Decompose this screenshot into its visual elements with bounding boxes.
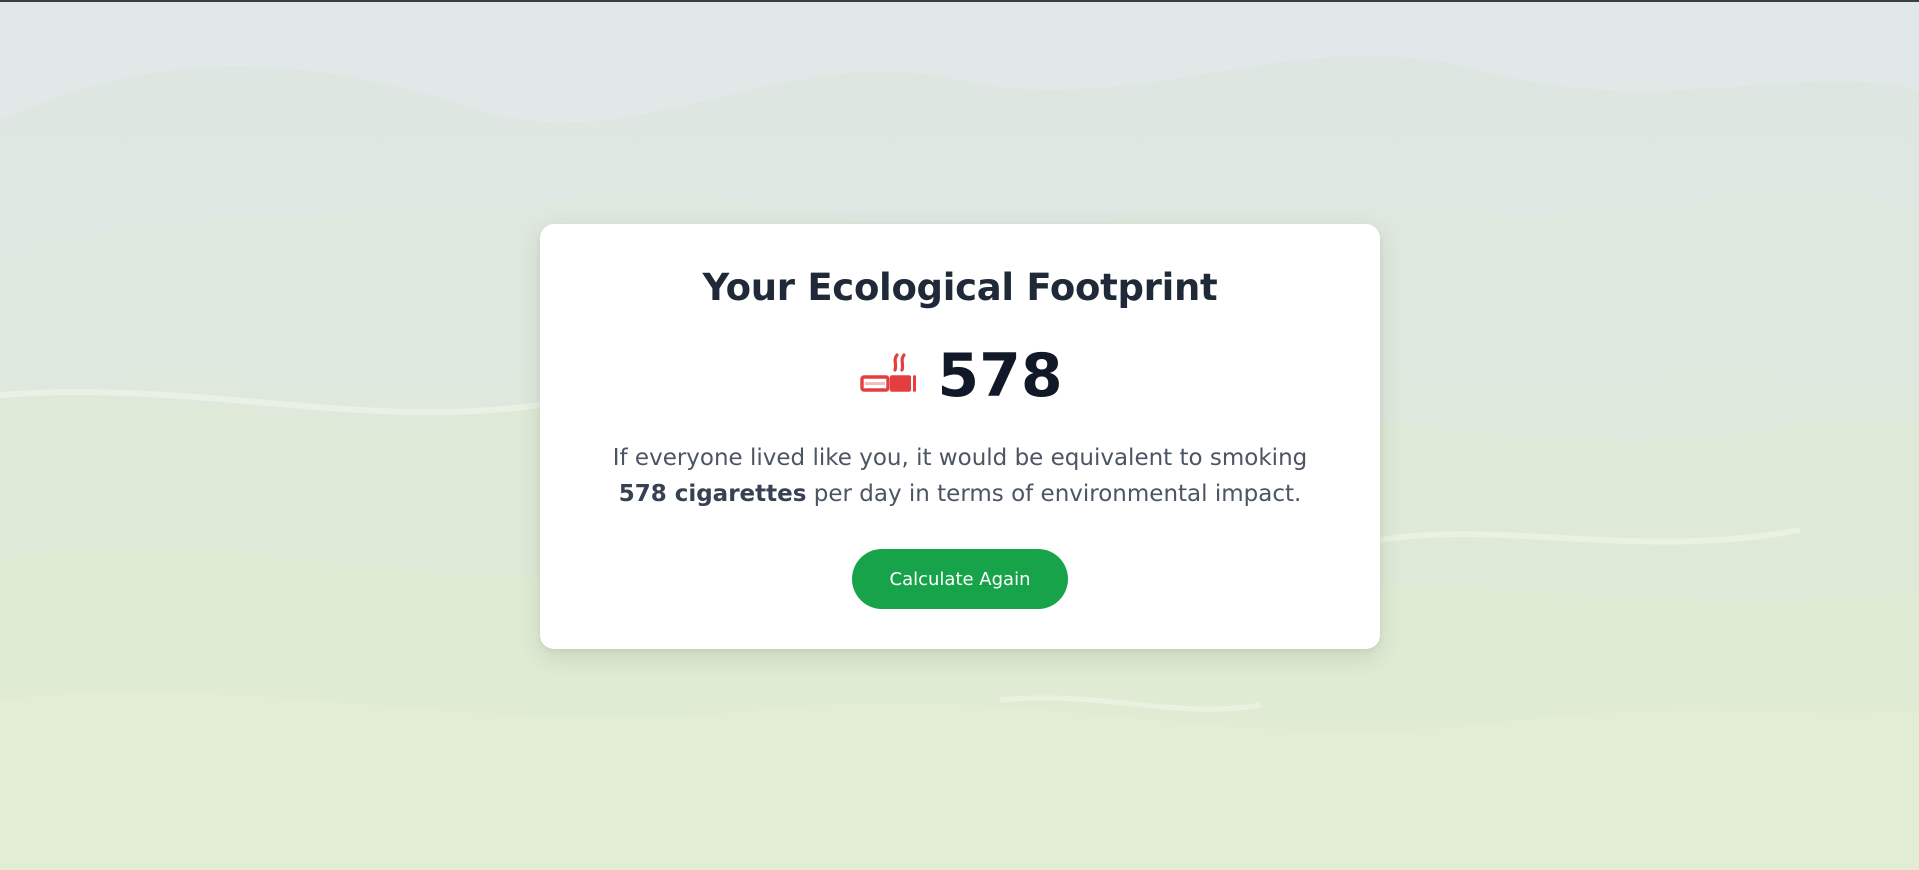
description-suffix: per day in terms of environmental impact… [806, 481, 1302, 507]
score-row: 578 [540, 336, 1380, 416]
calculate-again-button[interactable]: Calculate Again [852, 549, 1068, 609]
description-prefix: If everyone lived like you, it would be … [612, 445, 1308, 471]
result-card: Your Ecological Footprint 578 If everyon… [540, 224, 1380, 649]
result-title: Your Ecological Footprint [702, 266, 1218, 309]
page: Your Ecological Footprint 578 If everyon… [0, 0, 1919, 870]
description-highlight: 578 cigarettes [618, 481, 807, 507]
window-top-border [0, 0, 1919, 2]
result-description: If everyone lived like you, it would be … [590, 440, 1330, 512]
score-value: 578 [937, 341, 1063, 411]
smoking-cigarette-icon [860, 353, 917, 392]
